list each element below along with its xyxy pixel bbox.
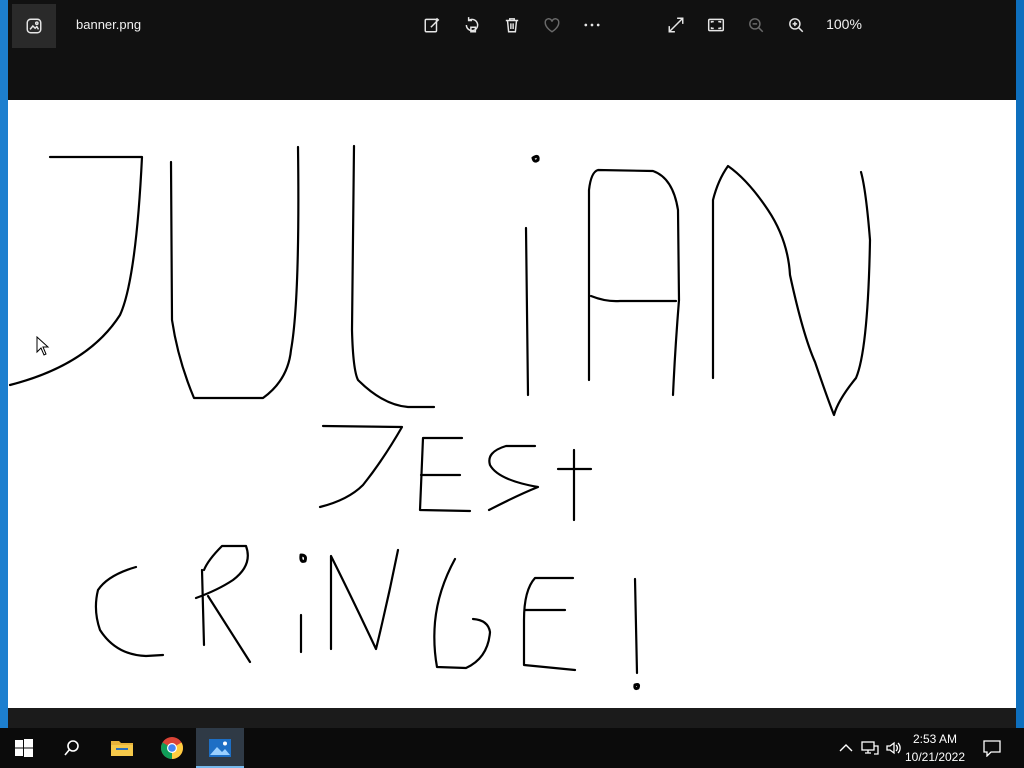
letter-u xyxy=(169,145,300,400)
mouse-pointer-icon xyxy=(36,336,50,356)
file-name: banner.png xyxy=(76,17,142,32)
letter-i2-dot xyxy=(299,553,307,563)
photos-window: banner.png 100% xyxy=(8,0,1016,728)
letter-i-stem xyxy=(524,226,530,397)
title-bar-spacer xyxy=(8,50,1016,100)
letter-l xyxy=(350,144,436,409)
window-bottom-strip xyxy=(8,708,1016,728)
delete-icon[interactable] xyxy=(492,5,532,45)
letter-n2 xyxy=(329,548,400,651)
title-bar: banner.png 100% xyxy=(8,0,1016,50)
desktop-background xyxy=(0,0,8,728)
clock-time: 2:53 AM xyxy=(912,732,958,746)
show-hidden-icons-icon[interactable] xyxy=(836,738,856,758)
rotate-icon[interactable] xyxy=(452,5,492,45)
network-icon[interactable] xyxy=(860,738,880,758)
letter-t xyxy=(556,448,593,522)
clock-date: 10/21/2022 xyxy=(904,750,966,764)
expand-icon[interactable] xyxy=(656,5,696,45)
zoom-level[interactable]: 100% xyxy=(816,16,872,32)
fit-to-window-icon[interactable] xyxy=(696,5,736,45)
exclamation-stem xyxy=(633,577,639,675)
more-options-icon[interactable] xyxy=(572,5,612,45)
letter-e2 xyxy=(522,576,577,672)
notifications-icon[interactable] xyxy=(982,738,1002,758)
letter-r xyxy=(194,544,252,664)
image-canvas[interactable] xyxy=(8,100,1016,708)
zoom-out-icon[interactable] xyxy=(736,5,776,45)
letter-j xyxy=(8,155,144,387)
favorite-icon[interactable] xyxy=(532,5,572,45)
file-explorer-icon[interactable] xyxy=(98,728,146,768)
photos-icon[interactable] xyxy=(196,728,244,768)
exclamation-dot xyxy=(633,682,641,691)
photos-app-icon[interactable] xyxy=(12,4,56,48)
zoom-in-icon[interactable] xyxy=(776,5,816,45)
chrome-icon[interactable] xyxy=(148,728,196,768)
letter-e xyxy=(418,436,472,513)
letter-a-bar xyxy=(589,294,678,303)
start-icon[interactable] xyxy=(0,728,48,768)
letter-c xyxy=(94,565,165,658)
letter-s xyxy=(487,444,540,512)
edit-create-icon[interactable] xyxy=(412,5,452,45)
letter-i-dot xyxy=(531,154,540,163)
letter-g xyxy=(433,557,492,670)
handwritten-drawing xyxy=(8,144,872,691)
letter-j2 xyxy=(318,424,404,509)
letter-n xyxy=(711,164,872,417)
clock[interactable]: 2:53 AM 10/21/2022 xyxy=(900,730,970,766)
taskbar: 2:53 AM 10/21/2022 xyxy=(0,728,1024,768)
letter-a xyxy=(587,168,681,397)
search-icon[interactable] xyxy=(48,728,96,768)
